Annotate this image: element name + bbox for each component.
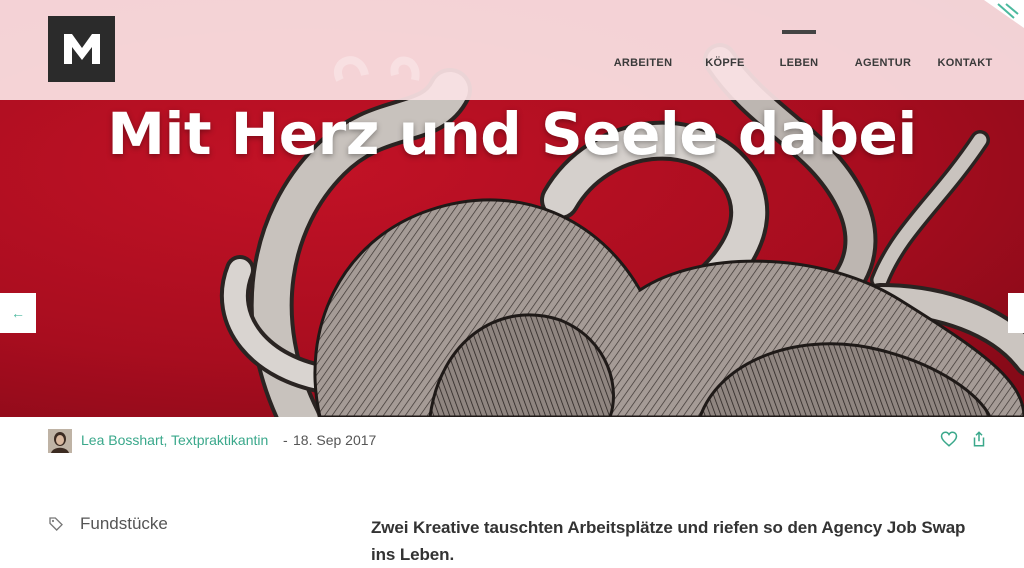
active-indicator [782, 30, 816, 34]
page-title: Mit Herz und Seele dabei [107, 100, 917, 168]
nav-item-agentur[interactable]: AGENTUR [848, 0, 918, 100]
share-icon[interactable] [970, 430, 988, 448]
post-actions [940, 430, 988, 448]
arrow-left-icon: ← [11, 305, 25, 321]
logo-m-icon [63, 34, 100, 64]
next-slide-button[interactable] [1008, 293, 1024, 333]
article-lead: Zwei Kreative tauschten Arbeitsplätze un… [371, 518, 966, 564]
site-header: ARBEITEN KÖPFE LEBEN AGENTUR KONTAKT [0, 0, 1024, 100]
nav-item-arbeiten[interactable]: ARBEITEN [602, 0, 684, 100]
corner-badge[interactable] [980, 0, 1024, 30]
prev-slide-button[interactable]: ← [0, 293, 36, 333]
nav-item-koepfe[interactable]: KÖPFE [696, 0, 754, 100]
meta-separator: - [283, 432, 288, 448]
avatar[interactable] [48, 429, 72, 453]
tag-row: Fundstücke [48, 514, 168, 534]
logo[interactable] [48, 16, 115, 82]
heart-icon[interactable] [940, 430, 958, 448]
post-date: 18. Sep 2017 [293, 432, 377, 448]
tag-icon [49, 517, 63, 531]
post-meta: Lea Bosshart, Textpraktikantin - 18. Sep… [0, 417, 1024, 465]
main-navigation: ARBEITEN KÖPFE LEBEN AGENTUR KONTAKT [602, 0, 996, 100]
author-link[interactable]: Lea Bosshart, Textpraktikantin [81, 432, 268, 448]
nav-item-leben[interactable]: LEBEN [773, 0, 825, 100]
tag-link[interactable]: Fundstücke [80, 514, 168, 534]
